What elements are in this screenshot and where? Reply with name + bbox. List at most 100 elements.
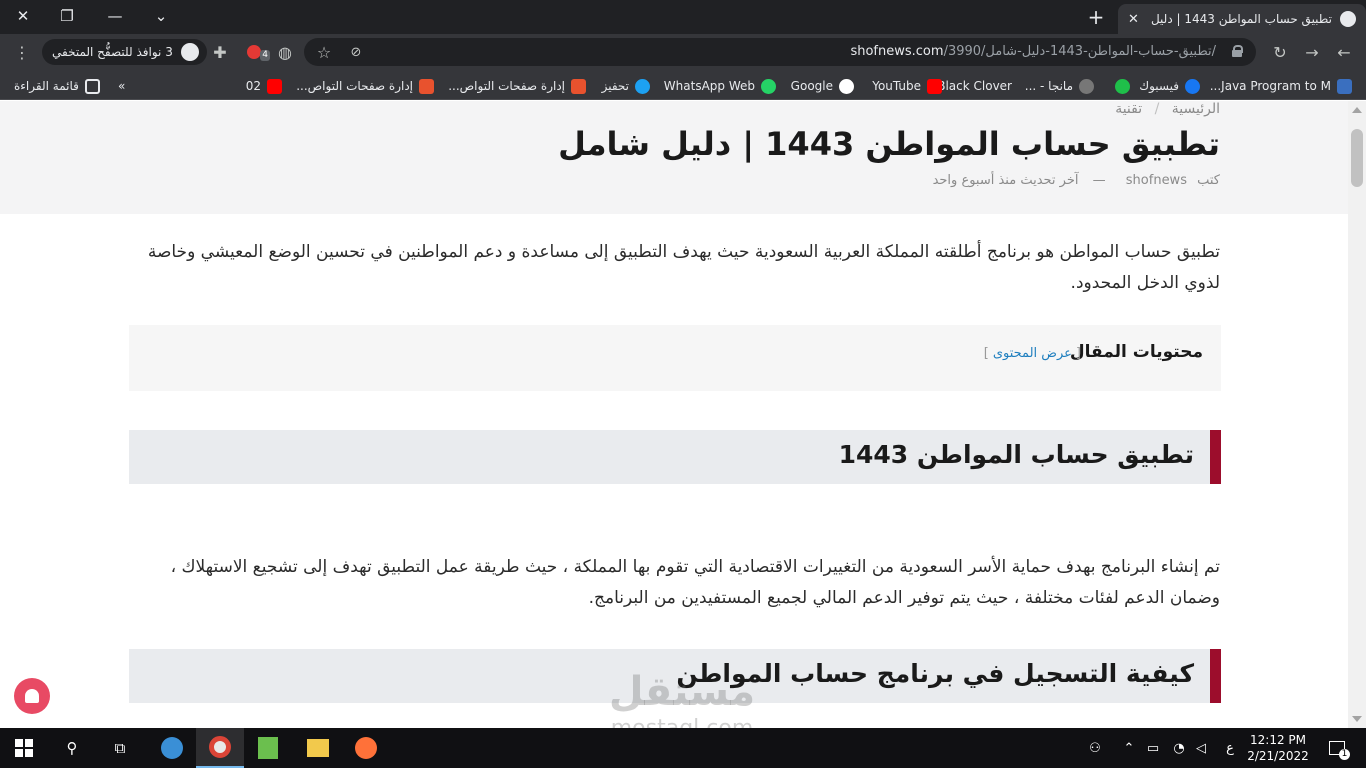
page-scrollbar[interactable] [1348, 101, 1366, 728]
globe-extension-icon[interactable]: ◍ [273, 40, 297, 64]
section-heading-2-text: كيفية التسجيل في برنامج حساب المواطن [676, 659, 1194, 688]
window-restore-icon[interactable]: ❐ [44, 0, 90, 32]
breadcrumb-separator: / [1154, 101, 1160, 117]
menu-kebab-icon[interactable]: ⋮ [10, 40, 34, 64]
chrome-icon[interactable] [196, 728, 244, 768]
tab-search-chevron-icon[interactable]: ⌄ [138, 0, 184, 32]
battery-icon[interactable]: ▭ [1142, 728, 1164, 768]
url-path: /3990/تطبيق-حساب-المواطن-1443-دليل-شامل/ [943, 44, 1216, 59]
incognito-indicator[interactable]: 3 نوافذ للتصفُّح المتخفي [42, 39, 207, 65]
table-of-contents: محتويات المقال [عرض المحتوى] [129, 325, 1221, 391]
people-icon[interactable]: ⚇ [1082, 728, 1108, 768]
task-view-icon[interactable]: ⧉ [96, 728, 144, 768]
author-link[interactable]: shofnews [1126, 173, 1187, 188]
bookmark-3[interactable]: مانجا - ... [1025, 77, 1094, 95]
clock-time: 12:12 PM [1250, 733, 1306, 747]
back-arrow-icon[interactable]: ← [1332, 40, 1356, 64]
url-host: shofnews.com [850, 44, 944, 59]
globe-icon [1340, 11, 1356, 27]
firefox-icon[interactable] [342, 728, 390, 768]
reading-list-button[interactable]: قائمة القراءة [14, 77, 100, 95]
body-paragraph: تم إنشاء البرنامج بهدف حماية الأسر السعو… [170, 557, 1220, 608]
breadcrumb: الرئيسية / تقنية [1107, 101, 1220, 117]
section-heading-2: كيفية التسجيل في برنامج حساب المواطن [129, 649, 1221, 703]
section-heading-1-text: تطبيق حساب المواطن 1443 [838, 440, 1194, 469]
window-close-icon[interactable]: ✕ [0, 0, 46, 32]
browser-tab[interactable]: تطبيق حساب المواطن 1443 | دليل ✕ [1118, 4, 1366, 34]
file-explorer-icon[interactable] [294, 728, 342, 768]
bookmark-9[interactable]: إدارة صفحات التواص... [448, 77, 586, 95]
scrollbar-thumb[interactable] [1351, 129, 1363, 187]
meta-dash: — [1092, 173, 1106, 188]
volume-icon[interactable]: ◁ [1190, 728, 1212, 768]
web-page: الرئيسية / تقنية تطبيق حساب المواطن 1443… [0, 101, 1348, 728]
tab-close-icon[interactable]: ✕ [1128, 12, 1139, 27]
address-bar[interactable]: ☆ ⊘ shofnews.com/3990/تطبيق-حساب-المواطن… [304, 38, 1256, 66]
bookmarks-overflow-button[interactable]: » [118, 77, 125, 95]
notification-count: 1 [1339, 749, 1350, 760]
extensions-puzzle-icon[interactable]: ✚ [208, 40, 232, 64]
bookmark-10[interactable]: إدارة صفحات التواص... [296, 77, 434, 95]
wifi-icon[interactable]: ◔ [1168, 728, 1190, 768]
forward-arrow-icon[interactable]: → [1300, 40, 1324, 64]
twitter-icon [635, 78, 650, 94]
start-windows-icon[interactable] [0, 728, 48, 768]
notification-bell-button[interactable] [14, 678, 50, 714]
url-text: shofnews.com/3990/تطبيق-حساب-المواطن-144… [850, 44, 1216, 59]
google-icon [839, 78, 854, 94]
bookmark-4[interactable]: Black Clover [937, 77, 1012, 95]
clock-date: 2/21/2022 [1247, 749, 1309, 763]
bookmark-1[interactable]: فيسبوك [1139, 77, 1200, 95]
article-meta: كتب shofnews — آخر تحديث منذ أسبوع واحد [927, 173, 1220, 188]
bookmark-star-icon[interactable]: ☆ [312, 40, 336, 64]
breadcrumb-home-link[interactable]: الرئيسية [1172, 101, 1220, 117]
bookmark-6[interactable]: Google [791, 77, 854, 95]
manga-icon [1079, 78, 1094, 94]
mostaql-m-icon [419, 78, 434, 94]
app-icon-1[interactable] [148, 728, 196, 768]
bookmarks-bar: Java Program to M... فيسبوك مانجا - ... … [0, 70, 1366, 100]
reading-list-icon [84, 78, 100, 94]
eye-off-icon[interactable]: ⊘ [344, 40, 368, 64]
page-title: تطبيق حساب المواطن 1443 | دليل شامل [558, 125, 1220, 163]
scroll-up-icon[interactable] [1352, 107, 1362, 113]
article-header: الرئيسية / تقنية تطبيق حساب المواطن 1443… [0, 101, 1348, 214]
bookmark-0[interactable]: Java Program to M... [1210, 77, 1352, 95]
mostaql-m-icon [571, 78, 586, 94]
tray-chevron-icon[interactable]: ⌃ [1118, 728, 1140, 768]
youtube-icon [267, 78, 282, 94]
section-heading-1: تطبيق حساب المواطن 1443 [129, 430, 1221, 484]
reload-icon[interactable]: ↻ [1268, 40, 1292, 64]
new-tab-button[interactable]: + [1084, 6, 1108, 30]
bolt-icon [1115, 78, 1130, 94]
toc-title: محتويات المقال [1069, 342, 1203, 362]
extension-badge-icon[interactable]: 4 [242, 40, 270, 64]
youtube-icon [927, 78, 942, 94]
bookmark-2[interactable] [1109, 77, 1130, 95]
breadcrumb-category-link[interactable]: تقنية [1115, 101, 1142, 117]
tab-title: تطبيق حساب المواطن 1443 | دليل [1150, 12, 1332, 26]
window-minimize-icon[interactable]: — [92, 0, 138, 32]
toc-toggle: [عرض المحتوى] [983, 346, 1081, 361]
scroll-down-icon[interactable] [1352, 716, 1362, 722]
updated-date: آخر تحديث منذ أسبوع واحد [932, 173, 1079, 188]
notification-center-icon[interactable]: 1 [1322, 728, 1352, 768]
extension-badge-count: 4 [260, 50, 270, 61]
notepad-icon[interactable] [244, 728, 292, 768]
bookmark-11[interactable]: 02 [246, 77, 282, 95]
incognito-icon [180, 43, 199, 61]
bookmark-8[interactable]: تحفيز [602, 77, 650, 95]
lock-icon[interactable] [1232, 45, 1243, 57]
search-icon[interactable]: ⚲ [48, 728, 96, 768]
incognito-label: 3 نوافذ للتصفُّح المتخفي [52, 45, 173, 59]
tab-strip: ✕ ❐ — ⌄ + تطبيق حساب المواطن 1443 | دليل… [0, 0, 1366, 34]
browser-toolbar: ⋮ 3 نوافذ للتصفُّح المتخفي ✚ 4 ◍ ☆ ⊘ sho… [0, 34, 1366, 70]
toc-show-link[interactable]: عرض المحتوى [993, 346, 1072, 361]
bookmark-5[interactable]: YouTube [872, 77, 942, 95]
windows-taskbar: ⚲ ⧉ ⚇ ⌃ ▭ ◔ ◁ ع 12:12 PM 2/21/2022 1 [0, 728, 1366, 768]
intro-paragraph: تطبيق حساب المواطن هو برنامج أطلقته المم… [147, 242, 1220, 293]
language-indicator[interactable]: ع [1220, 728, 1240, 768]
bookmark-7[interactable]: WhatsApp Web [664, 77, 776, 95]
taskbar-clock[interactable]: 12:12 PM 2/21/2022 [1244, 732, 1312, 764]
facebook-icon [1185, 78, 1200, 94]
